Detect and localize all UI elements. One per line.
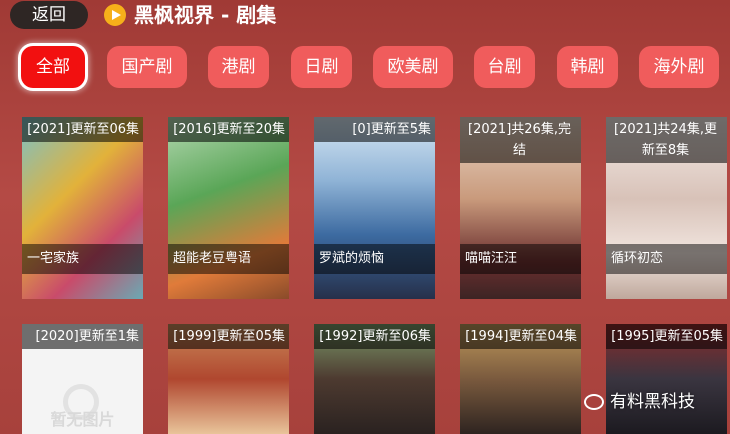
update-badge: [2021]共26集,完结 — [460, 117, 581, 163]
video-card[interactable]: [1995]更新至05集 — [606, 324, 727, 434]
video-card[interactable]: [1999]更新至05集 — [168, 324, 289, 434]
card-title: 循环初恋 — [606, 244, 727, 274]
watermark: 有料黑科技 — [584, 389, 695, 415]
back-button[interactable]: 返回 — [10, 1, 88, 29]
category-tabs: 全部 国产剧 港剧 日剧 欧美剧 台剧 韩剧 海外剧 — [0, 44, 730, 92]
video-card[interactable]: [2021]共26集,完结 喵喵汪汪 — [460, 117, 581, 299]
page-title: 黑枫视界 - 剧集 — [134, 3, 277, 27]
update-badge: [1999]更新至05集 — [168, 324, 289, 349]
tab-hk[interactable]: 港剧 — [208, 46, 269, 88]
card-title: 喵喵汪汪 — [460, 244, 581, 274]
video-card[interactable]: [2021]更新至06集 一宅家族 — [22, 117, 143, 299]
tab-tw[interactable]: 台剧 — [474, 46, 535, 88]
tab-domestic[interactable]: 国产剧 — [107, 46, 187, 88]
video-card[interactable]: [0]更新至5集 罗斌的烦恼 — [314, 117, 435, 299]
top-bar: 返回 黑枫视界 - 剧集 — [0, 0, 730, 36]
video-card[interactable]: [2016]更新至20集 超能老豆粤语 — [168, 117, 289, 299]
tab-overseas[interactable]: 海外剧 — [639, 46, 719, 88]
tab-all[interactable]: 全部 — [21, 46, 85, 88]
update-badge: [2021]共24集,更新至8集 — [606, 117, 727, 163]
update-badge: [1994]更新至04集 — [460, 324, 581, 349]
update-badge: [1995]更新至05集 — [606, 324, 727, 349]
update-badge: [0]更新至5集 — [314, 117, 435, 142]
update-badge: [2016]更新至20集 — [168, 117, 289, 142]
video-card[interactable]: [2021]共24集,更新至8集 循环初恋 — [606, 117, 727, 299]
card-title: 一宅家族 — [22, 244, 143, 274]
play-icon — [104, 4, 126, 26]
card-title: 罗斌的烦恼 — [314, 244, 435, 274]
update-badge: [2020]更新至1集 — [22, 324, 143, 349]
update-badge: [2021]更新至06集 — [22, 117, 143, 142]
tab-jp[interactable]: 日剧 — [291, 46, 352, 88]
video-card[interactable]: 暂无图片 [2020]更新至1集 — [22, 324, 143, 434]
watermark-text: 有料黑科技 — [610, 392, 695, 412]
no-image-placeholder: 暂无图片 — [50, 410, 115, 429]
card-title: 超能老豆粤语 — [168, 244, 289, 274]
tab-western[interactable]: 欧美剧 — [373, 46, 453, 88]
video-card[interactable]: [1994]更新至04集 — [460, 324, 581, 434]
tab-kr[interactable]: 韩剧 — [557, 46, 618, 88]
video-card[interactable]: [1992]更新至06集 — [314, 324, 435, 434]
wechat-icon — [584, 394, 604, 410]
update-badge: [1992]更新至06集 — [314, 324, 435, 349]
